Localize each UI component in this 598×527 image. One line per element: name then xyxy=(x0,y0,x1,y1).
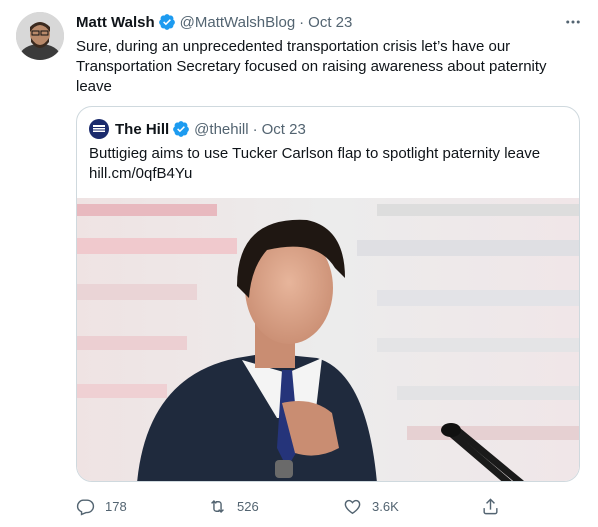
retweet-count: 526 xyxy=(237,498,259,514)
verified-badge-icon xyxy=(158,14,175,30)
retweet-icon xyxy=(211,499,224,513)
retweet-button[interactable]: 526 xyxy=(208,494,259,518)
photo-image xyxy=(77,198,579,481)
quoted-tweet-date[interactable]: Oct 23 xyxy=(262,121,306,138)
reply-button[interactable]: 178 xyxy=(76,494,127,518)
tweet-text: Sure, during an unprecedented transporta… xyxy=(76,38,547,95)
quoted-tweet-headline: Buttigieg aims to use Tucker Carlson fla… xyxy=(89,145,541,162)
tweet-header: Matt Walsh @MattWalshBlog · Oct 23 xyxy=(76,12,352,32)
like-button[interactable]: 3.6K xyxy=(343,494,399,518)
like-count: 3.6K xyxy=(372,498,399,514)
reply-icon xyxy=(76,498,95,515)
action-bar: 178 526 3.6K xyxy=(76,494,506,518)
share-icon xyxy=(483,497,498,514)
quoted-avatar[interactable] xyxy=(89,119,109,139)
tweet-date[interactable]: Oct 23 xyxy=(308,14,352,31)
author-handle[interactable]: @MattWalshBlog xyxy=(180,14,296,31)
separator-dot: · xyxy=(252,120,258,138)
like-icon xyxy=(344,499,361,514)
more-button[interactable] xyxy=(563,12,583,32)
avatar-image xyxy=(16,12,64,60)
the-hill-logo-icon xyxy=(93,125,105,132)
quoted-tweet[interactable]: The Hill @thehill · Oct 23 Buttigieg aim… xyxy=(76,106,580,482)
verified-badge-icon xyxy=(173,121,190,137)
author-name[interactable]: Matt Walsh xyxy=(76,14,155,31)
more-icon xyxy=(566,20,580,24)
avatar[interactable] xyxy=(16,12,64,60)
quoted-author-handle[interactable]: @thehill xyxy=(194,121,248,138)
quoted-tweet-text: Buttigieg aims to use Tucker Carlson fla… xyxy=(89,144,569,184)
tweet[interactable]: Matt Walsh @MattWalshBlog · Oct 23 Sure,… xyxy=(0,0,598,527)
quoted-tweet-header: The Hill @thehill · Oct 23 xyxy=(89,119,306,139)
separator-dot: · xyxy=(299,13,305,31)
share-button[interactable] xyxy=(481,494,500,518)
reply-count: 178 xyxy=(105,498,127,514)
quoted-tweet-photo[interactable] xyxy=(77,198,579,481)
quoted-author-name[interactable]: The Hill xyxy=(115,121,169,138)
quoted-tweet-link[interactable]: hill.cm/0qfB4Yu xyxy=(89,164,569,184)
